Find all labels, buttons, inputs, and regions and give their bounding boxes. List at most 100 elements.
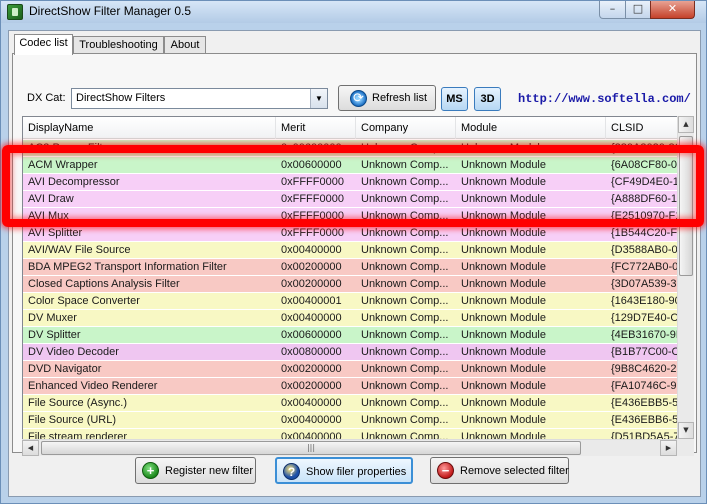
cell-merit: 0x00400000 [281,244,342,256]
table-row[interactable]: AVI Decompressor 0xFFFF0000 Unknown Comp..… [23,174,686,191]
cell-clsid: {D3588AB0-0781 [611,244,686,256]
tab-codec-list[interactable]: Codec list [14,34,73,55]
cell-merit: 0x00400001 [281,295,342,307]
cell-company: Unknown Comp... [361,261,449,273]
column-header-merit[interactable]: Merit [276,117,356,139]
cell-company: Unknown Comp... [361,227,449,239]
cell-module: Unknown Module [461,397,546,409]
website-link[interactable]: http://www.softella.com/ [518,92,691,106]
table-row[interactable]: DV Video Decoder 0x00800000 Unknown Comp..… [23,344,686,361]
table-row[interactable]: AVI Mux 0xFFFF0000 Unknown Comp... Unknown … [23,208,686,225]
cell-module: Unknown Module [461,210,546,222]
cell-module: Unknown Module [461,227,546,239]
table-row[interactable]: File Source (Async.) 0x00400000 Unknown Co… [23,395,686,412]
cell-merit: 0xFFFF0000 [281,227,344,239]
title-bar[interactable]: DirectShow Filter Manager 0.5 – □ ✕ [1,1,706,23]
maximize-button[interactable]: □ [625,1,651,19]
cell-clsid: {A888DF60-1E90 [611,193,686,205]
vertical-scrollbar[interactable]: ▲ ▼ [677,116,694,439]
cell-displayname: AVI Draw [28,193,74,205]
cell-merit: 0x00200000 [281,278,342,290]
list-header: DisplayName Merit Company Module CLSID [23,117,686,139]
3d-button[interactable]: 3D [474,87,501,111]
cell-displayname: DV Splitter [28,329,81,341]
cell-clsid: {9B8C4620-2C1A [611,363,686,375]
cell-merit: 0x00400000 [281,414,342,426]
table-row[interactable]: AVI/WAV File Source 0x00400000 Unknown Com… [23,242,686,259]
scroll-down-icon[interactable]: ▼ [678,422,694,439]
table-row[interactable]: Enhanced Video Renderer 0x00200000 Unknown… [23,378,686,395]
cell-displayname: AVI Mux [28,210,69,222]
cell-clsid: {1643E180-90F5 [611,295,686,307]
column-header-module[interactable]: Module [456,117,606,139]
dxcat-dropdown[interactable]: DirectShow Filters ▼ [71,88,328,109]
tab-about[interactable]: About [164,36,206,54]
column-header-clsid[interactable]: CLSID [606,117,686,139]
table-row[interactable]: AVI Splitter 0xFFFF0000 Unknown Comp... Unk… [23,225,686,242]
cell-company: Unknown Comp... [361,363,449,375]
table-row[interactable]: DV Muxer 0x00400000 Unknown Comp... Unknown… [23,310,686,327]
column-header-displayname[interactable]: DisplayName [23,117,276,139]
register-new-filter-button[interactable]: + Register new filter [135,457,256,484]
table-row[interactable]: Closed Captions Analysis Filter 0x0020000… [23,276,686,293]
cell-clsid: {E436EBB6-524F [611,414,686,426]
remove-selected-filter-button[interactable]: − Remove selected filter [430,457,569,484]
scroll-right-icon[interactable]: ▶ [660,440,677,456]
minimize-button[interactable]: – [599,1,626,19]
cell-displayname: DVD Navigator [28,363,102,375]
cell-company: Unknown Comp... [361,414,449,426]
close-button[interactable]: ✕ [650,1,695,19]
cell-merit: 0x00800000 [281,346,342,358]
cell-clsid: {FC772AB0-0C7F [611,261,686,273]
add-icon: + [142,462,159,479]
ms-button[interactable]: MS [441,87,468,111]
table-row[interactable]: DV Splitter 0x00600000 Unknown Comp... Unkn… [23,327,686,344]
column-header-company[interactable]: Company [356,117,456,139]
table-row[interactable]: ACM Wrapper 0x00600000 Unknown Comp... Unkn… [23,157,686,174]
chevron-down-icon[interactable]: ▼ [310,89,327,108]
vertical-scroll-thumb[interactable] [679,136,693,276]
scroll-up-icon[interactable]: ▲ [678,116,694,133]
cell-company: Unknown Comp... [361,210,449,222]
cell-clsid: {B1B77C00-C3E [611,346,686,358]
refresh-list-button[interactable]: Refresh list [338,85,436,111]
cell-merit: 0x00200000 [281,261,342,273]
show-filter-properties-button[interactable]: ? Show filer properties [275,457,413,484]
table-row[interactable]: Color Space Converter 0x00400001 Unknown C… [23,293,686,310]
refresh-list-label: Refresh list [372,92,428,104]
table-row[interactable]: AVI Draw 0xFFFF0000 Unknown Comp... Unknown… [23,191,686,208]
cell-displayname: AVI/WAV File Source [28,244,131,256]
filter-list[interactable]: DisplayName Merit Company Module CLSID A… [22,116,687,456]
cell-displayname: DV Muxer [28,312,77,324]
cell-company: Unknown Comp... [361,193,449,205]
cell-displayname: BDA MPEG2 Transport Information Filter [28,261,227,273]
cell-company: Unknown Comp... [361,380,449,392]
client-area: Codec list Troubleshooting About DX Cat:… [8,30,701,497]
refresh-icon [350,90,367,107]
cell-clsid: {280A3020-86CF [611,142,686,154]
cell-clsid: {E2510970-F137 [611,210,686,222]
cell-clsid: {CF49D4E0-1115 [611,176,686,188]
table-row[interactable]: File Source (URL) 0x00400000 Unknown Comp.… [23,412,686,429]
table-row[interactable]: AC3 Parser Filter 0x00600000 Unknown Comp.… [23,140,686,157]
cell-module: Unknown Module [461,244,546,256]
cell-merit: 0x00600000 [281,329,342,341]
cell-company: Unknown Comp... [361,176,449,188]
cell-displayname: DV Video Decoder [28,346,119,358]
cell-displayname: AVI Splitter [28,227,83,239]
table-row[interactable]: DVD Navigator 0x00200000 Unknown Comp... Un… [23,361,686,378]
cell-displayname: File Source (URL) [28,414,117,426]
cell-company: Unknown Comp... [361,295,449,307]
cell-module: Unknown Module [461,363,546,375]
horizontal-scrollbar[interactable]: ◀ ||| ▶ [22,439,677,456]
horizontal-scroll-thumb[interactable]: ||| [41,441,581,455]
help-icon: ? [283,463,300,480]
cell-company: Unknown Comp... [361,142,449,154]
table-row[interactable]: BDA MPEG2 Transport Information Filter 0x… [23,259,686,276]
cell-clsid: {6A08CF80-0E18 [611,159,686,171]
scroll-left-icon[interactable]: ◀ [22,440,39,456]
tab-troubleshooting[interactable]: Troubleshooting [73,36,164,54]
cell-merit: 0x00200000 [281,380,342,392]
dxcat-selected-value: DirectShow Filters [76,92,166,104]
cell-module: Unknown Module [461,346,546,358]
